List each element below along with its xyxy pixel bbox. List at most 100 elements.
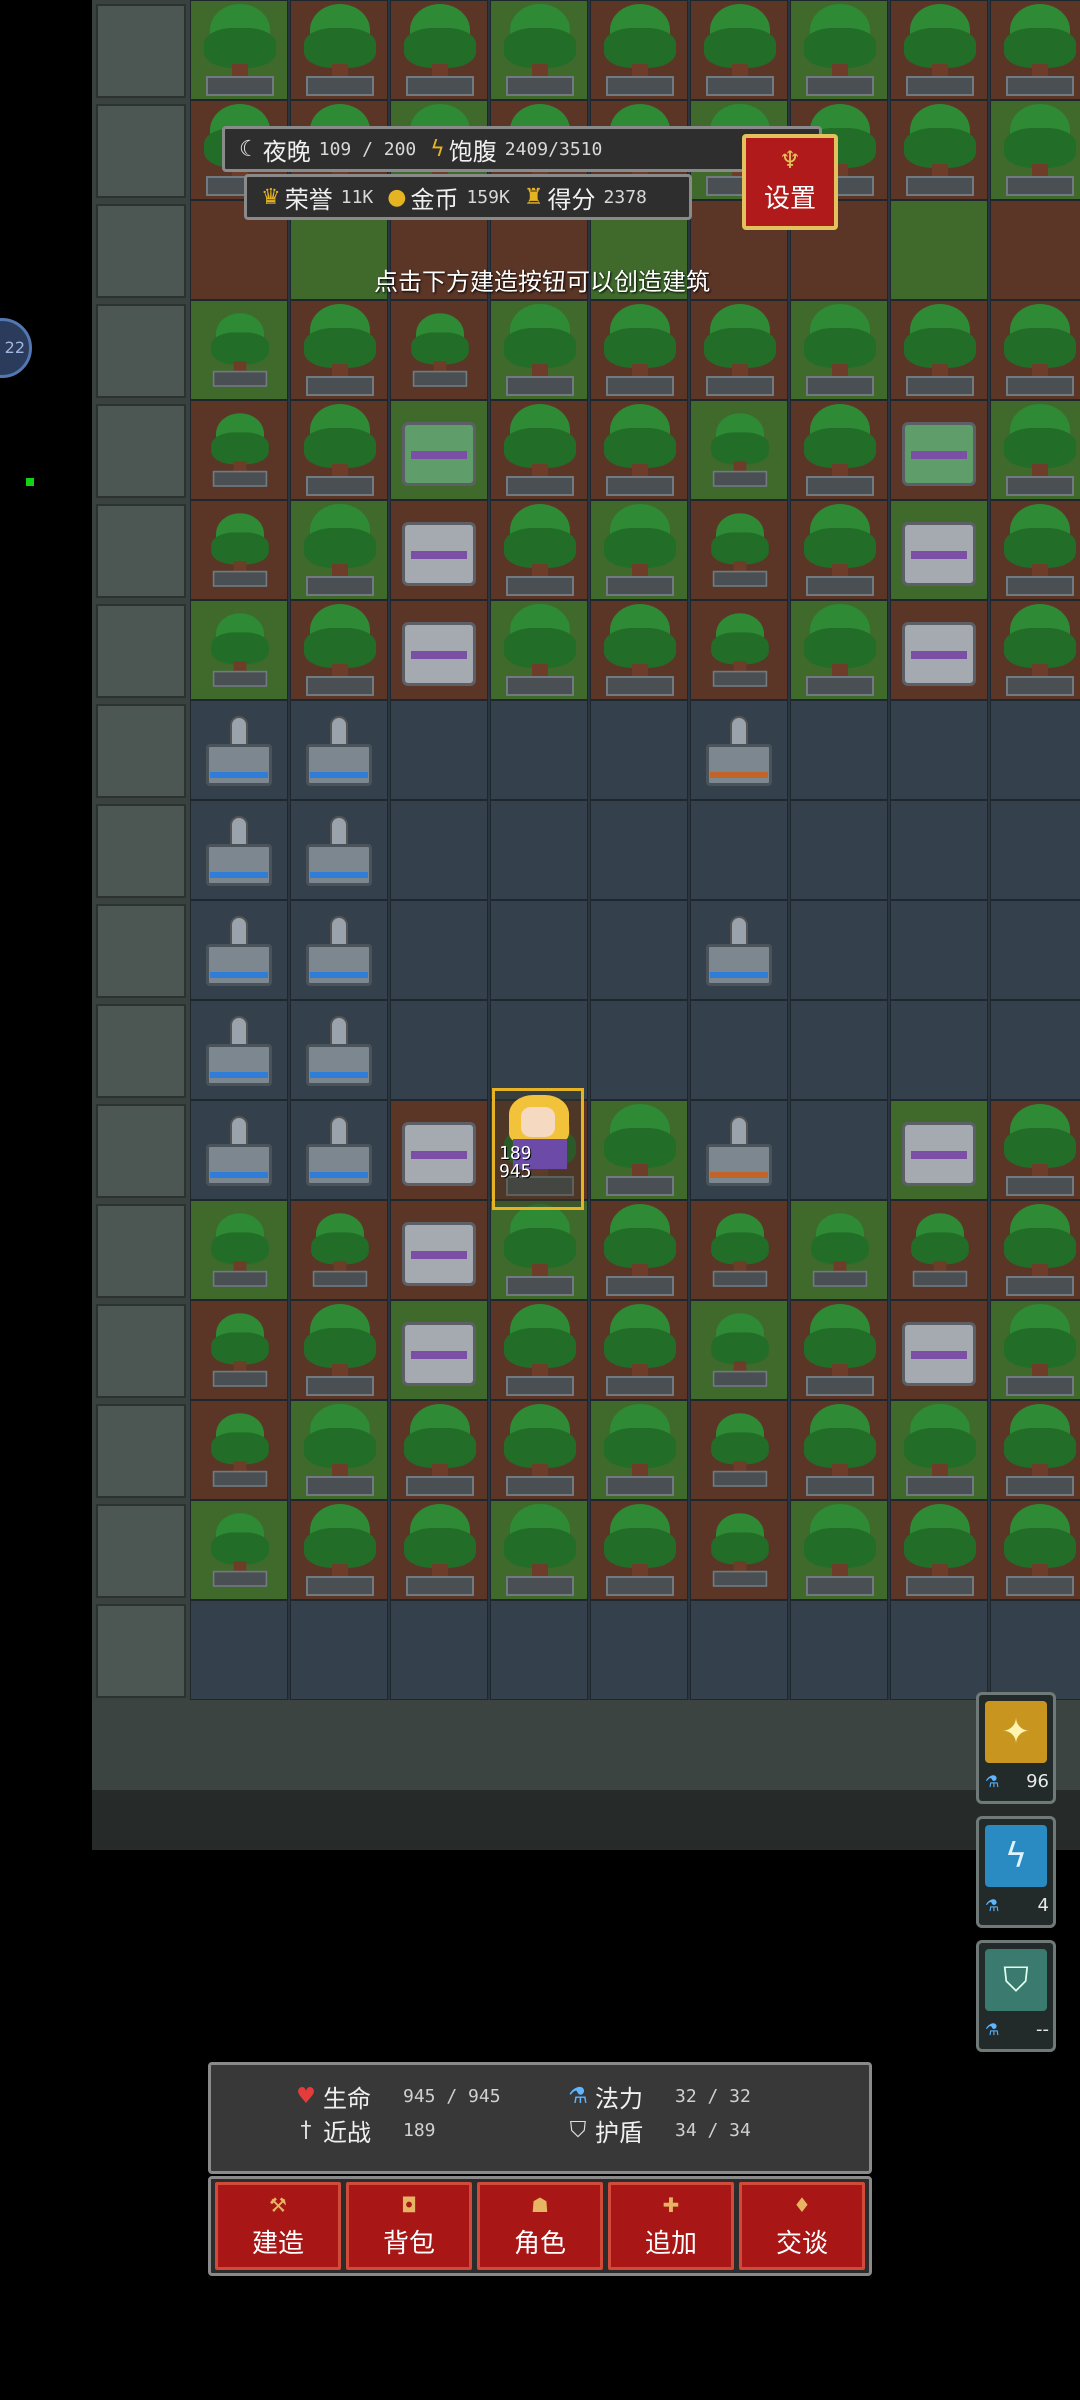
tree-building[interactable] <box>500 4 580 96</box>
tree-building[interactable] <box>808 1213 872 1287</box>
tree-building[interactable] <box>1000 1304 1080 1396</box>
storage-building[interactable] <box>402 1322 476 1386</box>
tree-building[interactable] <box>708 1413 772 1487</box>
board-tile[interactable] <box>990 800 1080 900</box>
turret-building[interactable] <box>302 710 376 790</box>
board-tile[interactable] <box>590 900 688 1000</box>
tree-building[interactable] <box>408 313 472 387</box>
board-tile[interactable] <box>690 1600 788 1700</box>
turret-building[interactable] <box>202 1010 276 1090</box>
tree-building[interactable] <box>300 404 380 496</box>
board-tile[interactable] <box>390 800 488 900</box>
board-tile[interactable] <box>390 900 488 1000</box>
tree-building[interactable] <box>500 604 580 696</box>
tree-building[interactable] <box>300 4 380 96</box>
settings-button[interactable]: ♆ 设置 <box>742 134 838 230</box>
storage-building[interactable] <box>902 622 976 686</box>
tree-building[interactable] <box>600 504 680 596</box>
turret-building[interactable] <box>302 810 376 890</box>
board-tile[interactable] <box>890 700 988 800</box>
tree-building[interactable] <box>500 1304 580 1396</box>
tree-building[interactable] <box>600 1304 680 1396</box>
player-hero[interactable]: 189 945 <box>492 1088 584 1210</box>
tree-building[interactable] <box>600 4 680 96</box>
turret-building[interactable] <box>202 910 276 990</box>
turret-building[interactable] <box>202 1110 276 1190</box>
turret-building[interactable] <box>202 810 276 890</box>
tree-building[interactable] <box>708 1213 772 1287</box>
tree-building[interactable] <box>500 404 580 496</box>
tree-building[interactable] <box>708 513 772 587</box>
tree-building[interactable] <box>500 504 580 596</box>
tree-building[interactable] <box>1000 4 1080 96</box>
tree-building[interactable] <box>208 313 272 387</box>
board-tile[interactable] <box>490 900 588 1000</box>
board-tile[interactable] <box>190 1600 288 1700</box>
storage-building[interactable] <box>902 1122 976 1186</box>
tree-building[interactable] <box>1000 1504 1080 1596</box>
board-tile[interactable] <box>890 800 988 900</box>
board-tile[interactable] <box>790 700 888 800</box>
tree-building[interactable] <box>500 304 580 396</box>
tree-building[interactable] <box>1000 504 1080 596</box>
tree-building[interactable] <box>908 1213 972 1287</box>
board-tile[interactable] <box>590 1000 688 1100</box>
storage-building[interactable] <box>402 422 476 486</box>
tree-building[interactable] <box>800 4 880 96</box>
board-tile[interactable] <box>690 1000 788 1100</box>
board-tile[interactable] <box>890 900 988 1000</box>
tree-building[interactable] <box>800 1304 880 1396</box>
talk-button[interactable]: ♦ 交谈 <box>739 2182 865 2270</box>
turret-building[interactable] <box>302 1110 376 1190</box>
tree-building[interactable] <box>800 304 880 396</box>
tree-building[interactable] <box>208 1513 272 1587</box>
tree-building[interactable] <box>800 1504 880 1596</box>
tree-building[interactable] <box>300 1304 380 1396</box>
tree-building[interactable] <box>600 304 680 396</box>
tree-building[interactable] <box>400 4 480 96</box>
add-button[interactable]: ✚ 追加 <box>608 2182 734 2270</box>
tree-building[interactable] <box>600 1504 680 1596</box>
tree-building[interactable] <box>1000 1104 1080 1196</box>
tree-building[interactable] <box>300 504 380 596</box>
tree-building[interactable] <box>300 1504 380 1596</box>
tree-building[interactable] <box>1000 1404 1080 1496</box>
board-tile[interactable] <box>990 1000 1080 1100</box>
board-tile[interactable] <box>990 700 1080 800</box>
build-button[interactable]: ⚒ 建造 <box>215 2182 341 2270</box>
board-tile[interactable] <box>990 1600 1080 1700</box>
turret-building[interactable] <box>302 910 376 990</box>
skill-card-shield[interactable]: ⛉ ⚗ -- <box>976 1940 1056 2052</box>
turret-building[interactable] <box>302 1010 376 1090</box>
tree-building[interactable] <box>208 1213 272 1287</box>
board-tile[interactable] <box>390 1600 488 1700</box>
tree-building[interactable] <box>208 1313 272 1387</box>
storage-building[interactable] <box>902 1322 976 1386</box>
role-button[interactable]: ☗ 角色 <box>477 2182 603 2270</box>
turret-building[interactable] <box>202 710 276 790</box>
tree-building[interactable] <box>300 304 380 396</box>
board-tile[interactable] <box>690 800 788 900</box>
board-tile[interactable] <box>790 800 888 900</box>
tree-building[interactable] <box>800 1404 880 1496</box>
board-tile[interactable] <box>990 900 1080 1000</box>
tree-building[interactable] <box>800 404 880 496</box>
storage-building[interactable] <box>402 1122 476 1186</box>
tree-building[interactable] <box>400 1504 480 1596</box>
skill-card-lightning[interactable]: ϟ ⚗ 4 <box>976 1816 1056 1928</box>
tree-building[interactable] <box>208 513 272 587</box>
board-tile[interactable] <box>490 700 588 800</box>
tree-building[interactable] <box>1000 604 1080 696</box>
board-tile[interactable] <box>390 1000 488 1100</box>
tree-building[interactable] <box>708 1513 772 1587</box>
bag-button[interactable]: ◘ 背包 <box>346 2182 472 2270</box>
tree-building[interactable] <box>700 4 780 96</box>
board-tile[interactable] <box>790 1600 888 1700</box>
tree-building[interactable] <box>1000 104 1080 196</box>
tree-building[interactable] <box>1000 1204 1080 1296</box>
tree-building[interactable] <box>208 1413 272 1487</box>
tree-building[interactable] <box>708 613 772 687</box>
tree-building[interactable] <box>300 1404 380 1496</box>
tree-building[interactable] <box>900 4 980 96</box>
storage-building[interactable] <box>402 522 476 586</box>
